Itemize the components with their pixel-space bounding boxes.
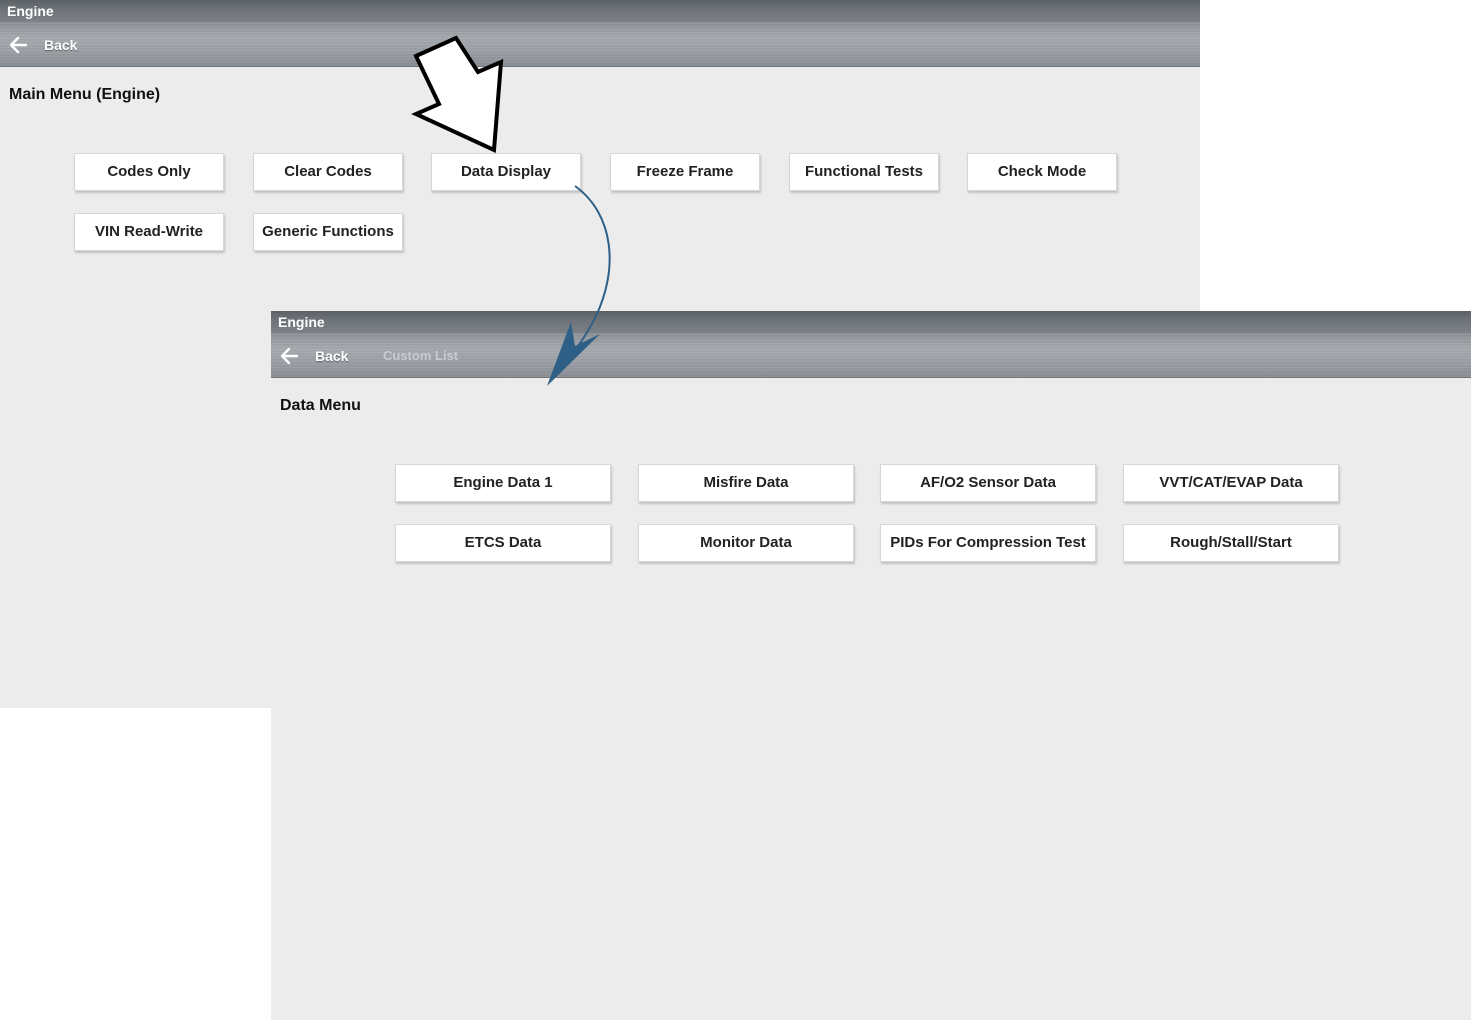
curved-arrow-icon bbox=[547, 185, 611, 386]
annotation-overlay bbox=[411, 35, 611, 386]
outline-arrow-icon bbox=[411, 35, 504, 154]
